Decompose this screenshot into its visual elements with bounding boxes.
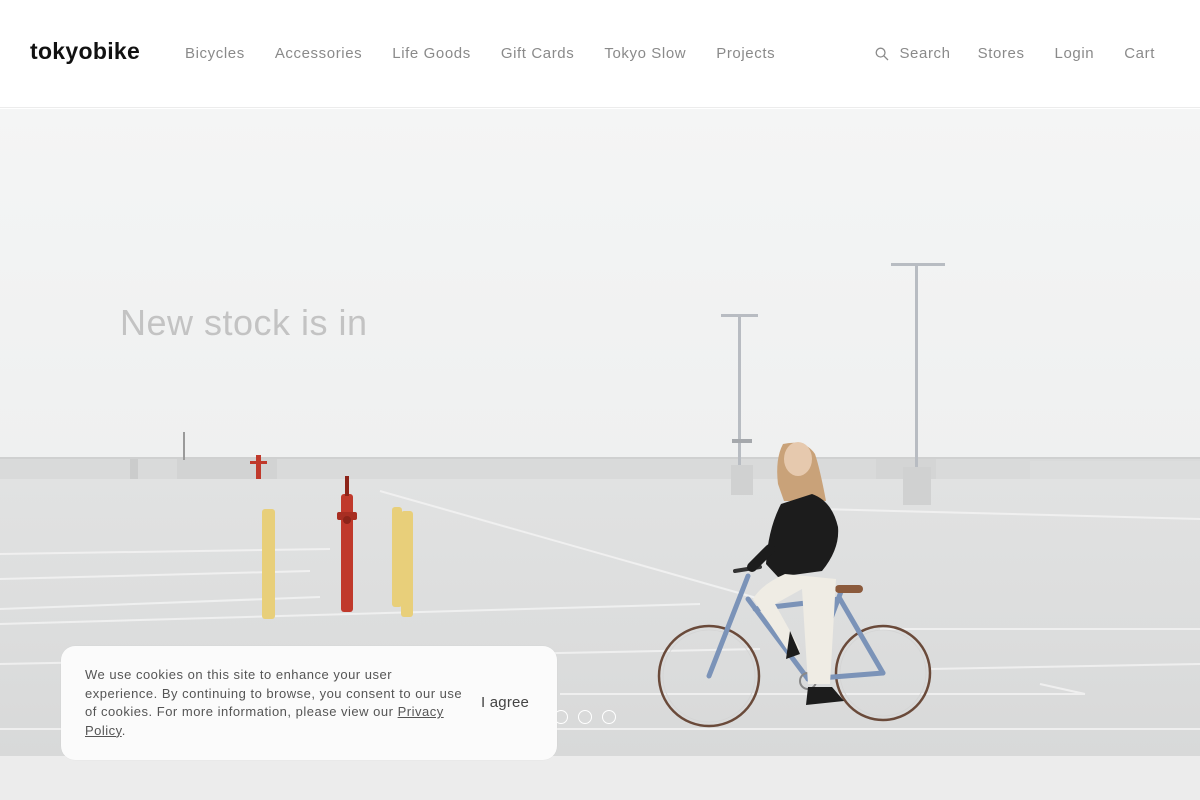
cart-link[interactable]: Cart (1124, 45, 1155, 62)
cookie-suffix: . (121, 722, 126, 738)
cookie-banner: We use cookies on this site to enhance y… (61, 646, 557, 760)
utility-nav: Search Stores Login Cart (875, 45, 1155, 62)
search-icon (876, 47, 889, 60)
login-link[interactable]: Login (1055, 45, 1095, 62)
slide-dot-4[interactable] (602, 710, 616, 724)
content-section (0, 756, 1200, 800)
nav-item-bicycles[interactable]: Bicycles (185, 45, 245, 62)
site-header: tokyobike Bicycles Accessories Life Good… (0, 0, 1200, 108)
nav-item-life-goods[interactable]: Life Goods (392, 45, 471, 62)
slide-dot-3[interactable] (578, 710, 592, 724)
nav-item-tokyo-slow[interactable]: Tokyo Slow (604, 45, 686, 62)
agree-button[interactable]: I agree (481, 694, 529, 711)
hero-headline: New stock is in (120, 302, 368, 343)
stores-link[interactable]: Stores (978, 45, 1025, 62)
nav-item-projects[interactable]: Projects (716, 45, 775, 62)
nav-item-gift-cards[interactable]: Gift Cards (501, 45, 575, 62)
nav-item-accessories[interactable]: Accessories (275, 45, 362, 62)
search-label: Search (899, 45, 951, 62)
search-button[interactable]: Search (875, 45, 950, 62)
site-logo[interactable]: tokyobike (30, 38, 140, 65)
main-nav: Bicycles Accessories Life Goods Gift Car… (185, 45, 805, 62)
cookie-message: We use cookies on this site to enhance y… (85, 666, 465, 740)
